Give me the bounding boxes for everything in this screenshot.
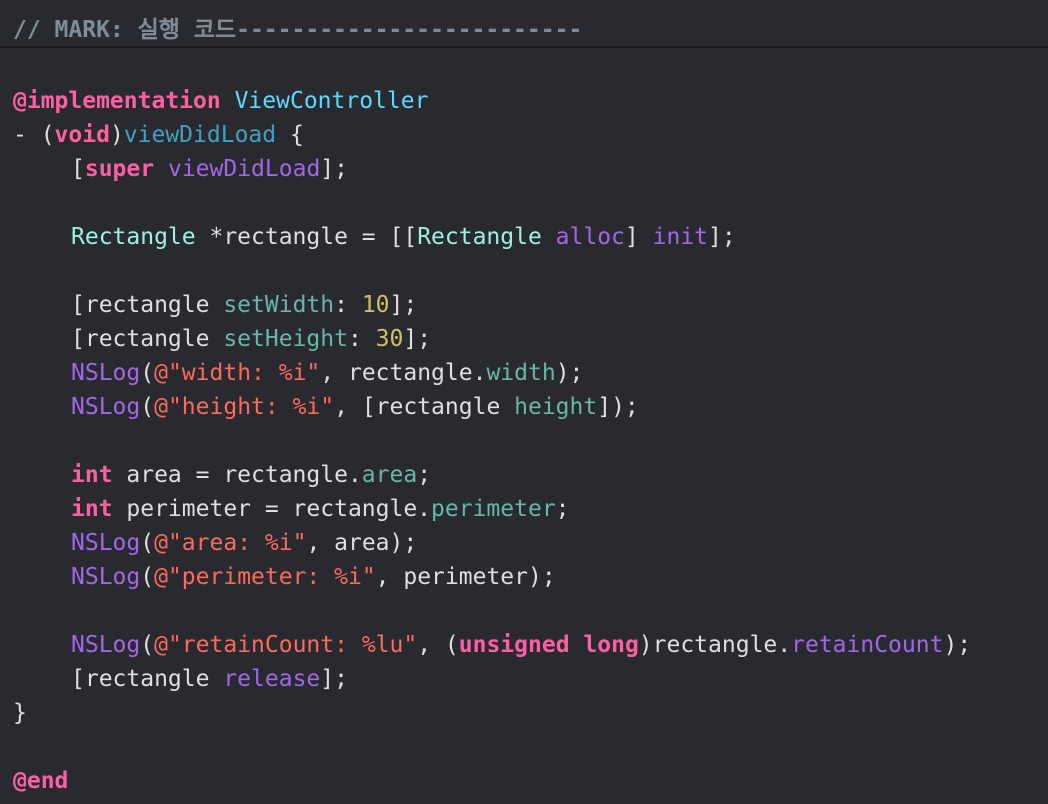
- alloc-message: alloc: [555, 224, 625, 250]
- init-message: init: [652, 224, 709, 250]
- end-directive: @end: [13, 768, 69, 794]
- paren-open: (: [140, 530, 155, 556]
- code-line-log-retain: NSLog(@"retainCount: %lu", (unsigned lon…: [13, 628, 971, 662]
- class-ref: Rectangle: [417, 224, 542, 250]
- code-line-log-area: NSLog(@"area: %i", area);: [13, 526, 971, 560]
- return-type: void: [54, 122, 110, 148]
- receiver: [rectangle: [71, 292, 224, 318]
- mark-header: // MARK: 실행 코드-------------------------: [0, 0, 1048, 48]
- colon: :: [347, 326, 376, 352]
- statement-end: , perimeter);: [375, 564, 556, 590]
- paren-open: (: [140, 564, 155, 590]
- string-literal: @"perimeter: %i": [154, 564, 376, 590]
- property-message: height: [514, 394, 598, 420]
- code-line-set-width: [rectangle setWidth: 10];: [13, 288, 971, 322]
- statement-end: ;: [555, 496, 570, 522]
- method-name: viewDidLoad: [123, 122, 277, 148]
- code-line-release: [rectangle release];: [13, 662, 971, 696]
- statement-end: );: [555, 360, 584, 386]
- declaration: *rectangle = [[: [195, 224, 418, 250]
- bracket-close: ];: [320, 156, 348, 182]
- statement-end: ];: [389, 292, 418, 318]
- code-line-super-call: [super viewDidLoad];: [13, 152, 971, 186]
- assignment: area = rectangle.: [112, 462, 362, 488]
- long-keyword: long: [583, 632, 639, 658]
- statement-end: ;: [417, 462, 432, 488]
- method-brace: {: [276, 122, 304, 148]
- number-literal: 10: [361, 292, 390, 318]
- string-literal: @"height: %i": [154, 394, 335, 420]
- paren-open: (: [140, 360, 155, 386]
- implementation-directive: @implementation: [13, 88, 221, 114]
- code-line-end: @end: [13, 764, 971, 798]
- argument: , rectangle.: [320, 360, 487, 386]
- setter-message: setWidth: [223, 292, 335, 318]
- bracket-open: [: [71, 156, 85, 182]
- code-editor[interactable]: @implementation ViewController - (void)v…: [13, 84, 971, 798]
- string-literal: @"retainCount: %lu": [154, 632, 418, 658]
- unsigned-keyword: unsigned: [458, 632, 570, 658]
- code-line-log-height: NSLog(@"height: %i", [rectangle height])…: [13, 390, 971, 424]
- cast-close: )rectangle.: [638, 632, 792, 658]
- method-prefix: - (: [13, 122, 55, 148]
- statement-end: ];: [708, 224, 736, 250]
- receiver: [rectangle: [71, 666, 224, 692]
- method-paren-close: ): [109, 122, 124, 148]
- retain-count-property: retainCount: [791, 632, 944, 658]
- code-line-implementation: @implementation ViewController: [13, 84, 971, 118]
- property-access: area: [361, 462, 418, 488]
- nslog-function: NSLog: [71, 394, 141, 420]
- statement-end: );: [943, 632, 972, 658]
- int-keyword: int: [71, 462, 113, 488]
- receiver: [rectangle: [71, 326, 224, 352]
- colon: :: [334, 292, 362, 318]
- statement-end: ]);: [597, 394, 639, 420]
- super-message: viewDidLoad: [167, 156, 321, 182]
- code-line-method-decl: - (void)viewDidLoad {: [13, 118, 971, 152]
- paren-open: (: [140, 394, 155, 420]
- bracket-mid: ]: [624, 224, 653, 250]
- setter-message: setHeight: [223, 326, 348, 352]
- string-literal: @"area: %i": [154, 530, 307, 556]
- nslog-function: NSLog: [71, 564, 141, 590]
- closing-brace: }: [13, 700, 27, 726]
- code-line-area: int area = rectangle.area;: [13, 458, 971, 492]
- code-line-log-width: NSLog(@"width: %i", rectangle.width);: [13, 356, 971, 390]
- property-access: width: [486, 360, 556, 386]
- nslog-function: NSLog: [71, 632, 141, 658]
- cast-open: , (: [417, 632, 459, 658]
- code-line-log-perimeter: NSLog(@"perimeter: %i", perimeter);: [13, 560, 971, 594]
- nslog-function: NSLog: [71, 360, 141, 386]
- int-keyword: int: [71, 496, 113, 522]
- property-access: perimeter: [431, 496, 556, 522]
- class-name: ViewController: [234, 88, 429, 114]
- release-message: release: [223, 666, 321, 692]
- statement-end: ];: [320, 666, 348, 692]
- statement-end: ];: [403, 326, 432, 352]
- argument: , [rectangle: [334, 394, 515, 420]
- code-line-set-height: [rectangle setHeight: 30];: [13, 322, 971, 356]
- code-line-alloc: Rectangle *rectangle = [[Rectangle alloc…: [13, 220, 971, 254]
- mark-comment: // MARK: 실행 코드-------------------------: [13, 17, 583, 43]
- super-keyword: super: [84, 156, 155, 182]
- code-line-perimeter: int perimeter = rectangle.perimeter;: [13, 492, 971, 526]
- string-literal: @"width: %i": [154, 360, 321, 386]
- statement-end: , area);: [306, 530, 418, 556]
- paren-open: (: [140, 632, 155, 658]
- number-literal: 30: [375, 326, 404, 352]
- assignment: perimeter = rectangle.: [112, 496, 432, 522]
- code-line-close-brace: }: [13, 696, 971, 730]
- nslog-function: NSLog: [71, 530, 141, 556]
- type-name: Rectangle: [71, 224, 196, 250]
